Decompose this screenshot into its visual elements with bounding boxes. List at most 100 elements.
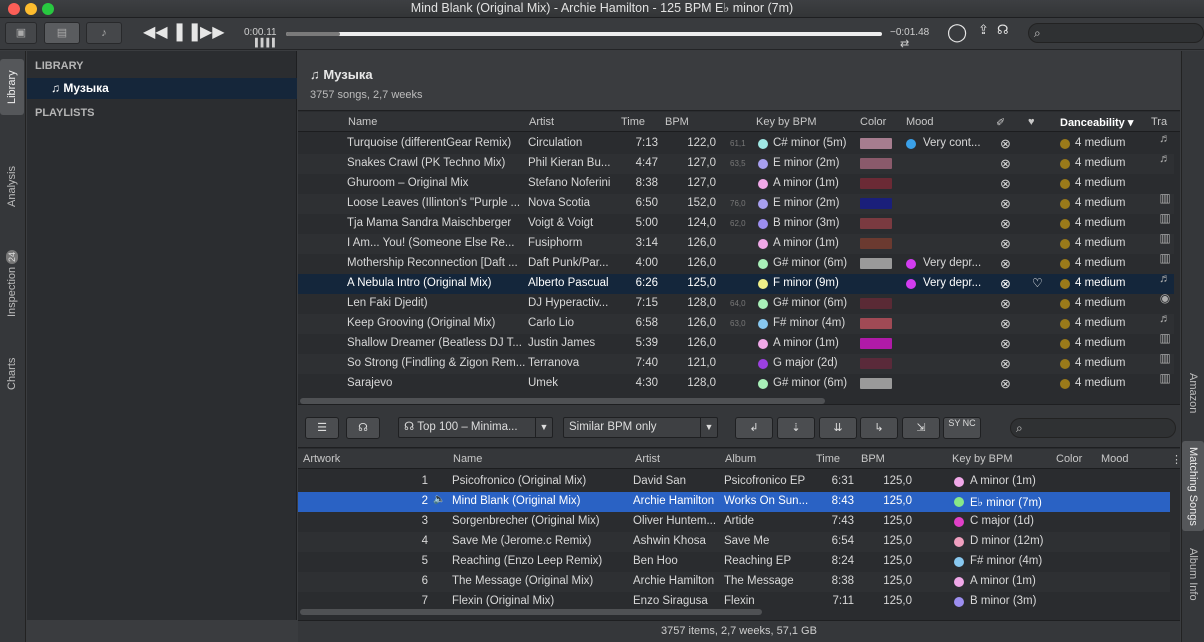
playlist-select[interactable]: ☊ Top 100 – Minima... ▼ [398, 417, 553, 438]
heart-icon[interactable]: ♡ [1032, 276, 1043, 290]
color-swatch[interactable] [860, 138, 892, 149]
table-row[interactable]: Ghuroom – Original Mix Stefano Noferini 8:… [298, 174, 1174, 194]
table-row[interactable]: Snakes Crawl (PK Techno Mix) Phil Kieran … [298, 154, 1174, 174]
sidebar-toggle-button[interactable]: ▣ [5, 22, 37, 44]
list-item[interactable]: 5 Reaching (Enzo Leep Remix) Ben Hoo Reachi… [298, 552, 1170, 572]
filter-select[interactable]: Similar BPM only ▼ [563, 417, 718, 438]
queue-button[interactable]: ⇲ [902, 417, 940, 439]
edit-icon[interactable]: ⊗ [1000, 176, 1011, 192]
col-heart-icon[interactable]: ♥ [1028, 116, 1035, 128]
col-key[interactable]: Key by BPM [756, 116, 817, 128]
color-swatch[interactable] [860, 258, 892, 269]
col-artist[interactable]: Artist [635, 453, 660, 465]
list-item[interactable]: 1 Psicofronico (Original Mix) David San Psi… [298, 472, 1170, 492]
table-row[interactable]: I Am... You! (Someone Else Re... Fusiphor… [298, 234, 1174, 254]
insert-below-button[interactable]: ⇊ [819, 417, 857, 439]
col-artist[interactable]: Artist [529, 116, 554, 128]
table-row[interactable]: Len Faki Djedit) DJ Hyperactiv... 7:15 128,… [298, 294, 1174, 314]
color-swatch[interactable] [860, 178, 892, 189]
sidebar-item-music[interactable]: ♫ Музыка [27, 78, 297, 99]
sync-button[interactable]: SY NC [943, 417, 981, 439]
browser-view-button[interactable]: ▤ [44, 22, 80, 44]
edit-icon[interactable]: ⊗ [1000, 236, 1011, 252]
repeat-icon[interactable]: ⇄ [900, 37, 909, 50]
pause-button[interactable]: ❚❚ [172, 21, 202, 42]
table-row[interactable]: A Nebula Intro (Original Mix) Alberto Pas… [298, 274, 1174, 294]
list-item[interactable]: 3 Sorgenbrecher (Original Mix) Oliver Hunt… [298, 512, 1170, 532]
col-tra[interactable]: Tra [1151, 116, 1167, 128]
edit-icon[interactable]: ⊗ [1000, 196, 1011, 212]
volume-knob-icon[interactable]: ◯ [947, 22, 967, 43]
settings-button[interactable]: ☰ [305, 417, 339, 439]
edit-icon[interactable]: ⊗ [1000, 336, 1011, 352]
list-item[interactable]: 2 🔈 Mind Blank (Original Mix) Archie Hamilt… [298, 492, 1170, 512]
col-name[interactable]: Name [348, 116, 377, 128]
minimize-window-button[interactable] [25, 3, 37, 15]
edit-icon[interactable]: ⊗ [1000, 136, 1011, 152]
table-row[interactable]: Mothership Reconnection [Daft ... Daft Pu… [298, 254, 1174, 274]
col-album[interactable]: Album [725, 453, 756, 465]
edit-icon[interactable]: ⊗ [1000, 316, 1011, 332]
tab-inspection[interactable]: Inspection 24 [0, 239, 24, 325]
col-time[interactable]: Time [621, 116, 645, 128]
table-row[interactable]: Sarajevo Umek 4:30 128,0 G# minor (6m) ⊗ 4 med… [298, 374, 1174, 394]
table-row[interactable]: Keep Grooving (Original Mix) Carlo Lio 6:5… [298, 314, 1174, 334]
col-danceability[interactable]: Danceability ▾ [1060, 116, 1133, 129]
preview-button[interactable]: ☊ [346, 417, 380, 439]
color-swatch[interactable] [860, 378, 892, 389]
list-item[interactable]: 4 Save Me (Jerome.c Remix) Ashwin Khosa Sav… [298, 532, 1170, 552]
table-row[interactable]: Turquoise (differentGear Remix) Circulati… [298, 134, 1174, 154]
edit-icon[interactable]: ⊗ [1000, 296, 1011, 312]
color-swatch[interactable] [860, 338, 892, 349]
color-swatch[interactable] [860, 218, 892, 229]
tab-matching-songs[interactable]: Matching Songs [1182, 441, 1204, 531]
color-swatch[interactable] [860, 298, 892, 309]
playback-progress[interactable] [286, 32, 882, 36]
col-key[interactable]: Key by BPM [952, 453, 1013, 465]
search-input[interactable]: ⌕ [1028, 23, 1204, 43]
col-mood[interactable]: Mood [906, 116, 934, 128]
table-row[interactable]: Loose Leaves (Illinton's "Purple ... Nova… [298, 194, 1174, 214]
col-color[interactable]: Color [860, 116, 886, 128]
tab-library[interactable]: Library [0, 59, 24, 115]
color-swatch[interactable] [860, 198, 892, 209]
tag-view-button[interactable]: ♪ [86, 22, 122, 44]
zoom-window-button[interactable] [42, 3, 54, 15]
table-row[interactable]: So Strong (Findling & Zigon Rem... Terran… [298, 354, 1174, 374]
headphones-icon[interactable]: ☊ [997, 23, 1009, 38]
insert-mid-button[interactable]: ⇣ [777, 417, 815, 439]
edit-icon[interactable]: ⊗ [1000, 376, 1011, 392]
tab-charts[interactable]: Charts [0, 351, 24, 397]
table-row[interactable]: Tja Mama Sandra Maischberger Voigt & Voig… [298, 214, 1174, 234]
share-icon[interactable]: ⇪ [978, 23, 989, 38]
matching-table-scrollbar[interactable] [300, 609, 762, 615]
color-swatch[interactable] [860, 358, 892, 369]
color-swatch[interactable] [860, 158, 892, 169]
color-swatch[interactable] [860, 238, 892, 249]
col-color[interactable]: Color [1056, 453, 1082, 465]
tab-album-info[interactable]: Album Info [1182, 539, 1204, 609]
edit-icon[interactable]: ⊗ [1000, 216, 1011, 232]
col-pen-icon[interactable]: ✐ [996, 116, 1005, 129]
insert-before-button[interactable]: ↲ [735, 417, 773, 439]
matching-search-input[interactable]: ⌕ [1010, 418, 1176, 438]
col-artwork[interactable]: Artwork [303, 453, 340, 465]
edit-icon[interactable]: ⊗ [1000, 276, 1011, 292]
tab-amazon[interactable]: Amazon [1182, 363, 1204, 423]
table-row[interactable]: Shallow Dreamer (Beatless DJ T... Justin … [298, 334, 1174, 354]
playlists-heading[interactable]: PLAYLISTS [35, 107, 95, 119]
forward-button[interactable]: ▶▶ [200, 22, 225, 41]
col-mood[interactable]: Mood [1101, 453, 1129, 465]
tab-analysis[interactable]: Analysis [0, 159, 24, 215]
edit-icon[interactable]: ⊗ [1000, 156, 1011, 172]
col-name[interactable]: Name [453, 453, 482, 465]
col-time[interactable]: Time [816, 453, 840, 465]
close-window-button[interactable] [8, 3, 20, 15]
col-bpm[interactable]: BPM [861, 453, 885, 465]
list-item[interactable]: 6 The Message (Original Mix) Archie Hamilt… [298, 572, 1170, 592]
edit-icon[interactable]: ⊗ [1000, 256, 1011, 272]
color-swatch[interactable] [860, 318, 892, 329]
rewind-button[interactable]: ◀◀ [143, 22, 168, 41]
col-bpm[interactable]: BPM [665, 116, 689, 128]
edit-icon[interactable]: ⊗ [1000, 356, 1011, 372]
